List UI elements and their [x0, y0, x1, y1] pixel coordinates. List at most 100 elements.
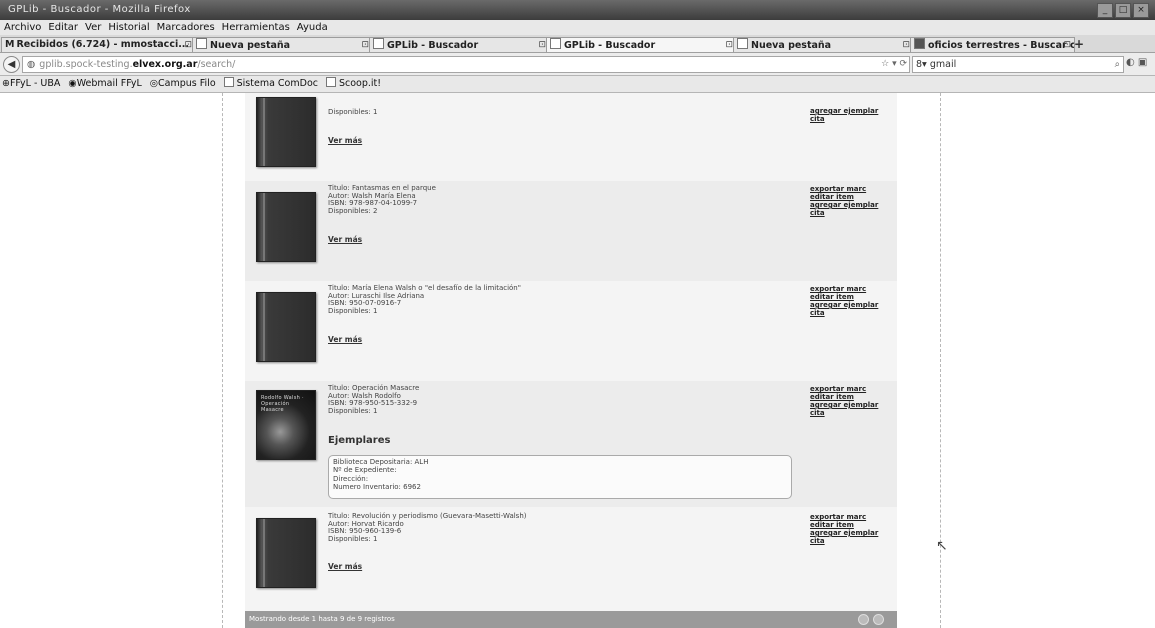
maximize-button[interactable]: □: [1115, 3, 1131, 18]
url-domain: elvex.org.ar: [132, 59, 198, 70]
minimize-button[interactable]: _: [1097, 3, 1113, 18]
tab-gmail[interactable]: M Recibidos (6.724) - mmostacci... ⊡: [1, 37, 196, 52]
tab-gplib-active[interactable]: GPLib - Buscador ⊡: [546, 37, 737, 52]
bookmark-label: FFyL - UBA: [9, 78, 61, 89]
agregar-ejemplar-link[interactable]: agregar ejemplar: [810, 201, 878, 209]
ejemplar-direccion: Dirección:: [333, 474, 369, 483]
cita-link[interactable]: cita: [810, 115, 878, 123]
mouse-cursor-icon: ↖: [936, 538, 948, 554]
bookmark-label: Sistema ComDoc: [236, 78, 318, 89]
tab-bar: M Recibidos (6.724) - mmostacci... ⊡ Nuev…: [0, 35, 1155, 53]
ejemplares-heading: Ejemplares: [328, 435, 391, 446]
window-titlebar: GPLib - Buscador - Mozilla Firefox _ □ ×: [0, 0, 1155, 20]
exportar-marc-link[interactable]: exportar marc: [810, 185, 878, 193]
ejemplar-card: Biblioteca Depositaria: ALH Nº de Expedi…: [328, 455, 792, 499]
ejemplar-biblioteca: Biblioteca Depositaria: ALH: [333, 458, 429, 466]
page-icon: [223, 77, 234, 87]
cita-link[interactable]: cita: [810, 409, 878, 417]
ver-mas-link[interactable]: Ver más: [328, 335, 362, 344]
toolbar-icons[interactable]: ◐ ▣: [1126, 57, 1147, 68]
tab-gplib-1[interactable]: GPLib - Buscador ⊡: [369, 37, 550, 52]
search-icon[interactable]: ⌕: [1115, 57, 1120, 72]
menu-marcadores[interactable]: Marcadores: [157, 20, 215, 35]
tab-label: oficios terrestres - Buscar con ...: [928, 40, 1074, 51]
ver-mas-link[interactable]: Ver más: [328, 235, 362, 244]
menu-bar: Archivo Editar Ver Historial Marcadores …: [0, 20, 1155, 35]
webmail-icon: ◉: [68, 78, 77, 89]
gmail-icon: M: [5, 39, 15, 50]
result-available: Disponibles: 1: [328, 406, 378, 415]
close-tab-icon[interactable]: ⊡: [902, 38, 910, 52]
tab-label: Nueva pestaña: [751, 40, 832, 51]
ver-mas-link[interactable]: Ver más: [328, 136, 362, 145]
book-cover[interactable]: [256, 518, 316, 588]
back-button[interactable]: ◀: [3, 56, 20, 73]
result-row: Disponibles: 1 Ver más agregar ejemplar …: [245, 93, 897, 182]
url-bar[interactable]: ◍ gplib.spock-testing.elvex.org.ar/search…: [22, 56, 910, 73]
agregar-ejemplar-link[interactable]: agregar ejemplar: [810, 401, 878, 409]
search-engine-icon[interactable]: 8▾: [916, 57, 927, 72]
bookmark-webmail[interactable]: ◉Webmail FFyL: [68, 76, 141, 92]
editar-item-link[interactable]: editar item: [810, 293, 878, 301]
book-cover[interactable]: [256, 292, 316, 362]
result-meta: Titulo: Revolución y periodismo (Guevara…: [328, 512, 527, 543]
bookmark-label: Webmail FFyL: [76, 78, 142, 89]
bookmark-ffyl[interactable]: ⊕FFyL - UBA: [2, 76, 60, 92]
exportar-marc-link[interactable]: exportar marc: [810, 513, 878, 521]
editar-item-link[interactable]: editar item: [810, 393, 878, 401]
search-input[interactable]: gmail: [930, 59, 956, 70]
agregar-ejemplar-link[interactable]: agregar ejemplar: [810, 529, 878, 537]
close-tab-icon[interactable]: ⊡: [184, 38, 192, 52]
site-identity-icon[interactable]: ◍: [27, 57, 35, 72]
exportar-marc-link[interactable]: exportar marc: [810, 385, 878, 393]
bookmark-campus[interactable]: ◎Campus Filo: [150, 76, 216, 92]
ver-mas-link[interactable]: Ver más: [328, 562, 362, 571]
campus-icon: ◎: [149, 78, 159, 89]
menu-ver[interactable]: Ver: [85, 20, 101, 35]
result-row: Titulo: Fantasmas en el parque Autor: Wa…: [245, 181, 897, 282]
agregar-ejemplar-link[interactable]: agregar ejemplar: [810, 301, 878, 309]
page-content: Disponibles: 1 Ver más agregar ejemplar …: [0, 93, 1155, 628]
agregar-ejemplar-link[interactable]: agregar ejemplar: [810, 107, 878, 115]
tab-label: GPLib - Buscador: [387, 40, 479, 51]
new-tab-button[interactable]: +: [1072, 37, 1086, 51]
layout-divider: [222, 93, 223, 628]
editar-item-link[interactable]: editar item: [810, 521, 878, 529]
bookmark-scoopit[interactable]: Scoop.it!: [325, 76, 381, 92]
page-icon: [373, 38, 384, 49]
menu-archivo[interactable]: Archivo: [4, 20, 41, 35]
next-page-icon[interactable]: [873, 614, 884, 625]
result-row: Titulo: Revolución y periodismo (Guevara…: [245, 507, 897, 612]
book-cover[interactable]: [256, 97, 316, 167]
close-tab-icon[interactable]: ⊡: [725, 38, 733, 52]
close-window-button[interactable]: ×: [1133, 3, 1149, 18]
tab-label: Recibidos (6.724) - mmostacci...: [16, 39, 190, 50]
close-tab-icon[interactable]: ⊡: [361, 38, 369, 52]
window-title: GPLib - Buscador - Mozilla Firefox: [8, 4, 191, 15]
result-meta: Titulo: Operación Masacre Autor: Walsh R…: [328, 384, 419, 415]
tab-nueva-2[interactable]: Nueva pestaña ⊡: [733, 37, 914, 52]
tab-nueva-1[interactable]: Nueva pestaña ⊡: [192, 37, 373, 52]
tab-google-search[interactable]: oficios terrestres - Buscar con ... ⊡: [910, 37, 1075, 52]
menu-editar[interactable]: Editar: [48, 20, 78, 35]
menu-historial[interactable]: Historial: [108, 20, 149, 35]
prev-page-icon[interactable]: [858, 614, 869, 625]
cita-link[interactable]: cita: [810, 209, 878, 217]
exportar-marc-link[interactable]: exportar marc: [810, 285, 878, 293]
window-controls: _ □ ×: [1097, 3, 1149, 18]
editar-item-link[interactable]: editar item: [810, 193, 878, 201]
url-controls[interactable]: ☆ ▾ ⟳: [881, 57, 907, 72]
google-icon: [914, 38, 925, 49]
cita-link[interactable]: cita: [810, 309, 878, 317]
cita-link[interactable]: cita: [810, 537, 878, 545]
result-actions: agregar ejemplar cita: [810, 107, 878, 123]
menu-ayuda[interactable]: Ayuda: [297, 20, 328, 35]
search-bar[interactable]: 8▾ gmail ⌕: [912, 56, 1124, 73]
menu-herramientas[interactable]: Herramientas: [222, 20, 290, 35]
close-tab-icon[interactable]: ⊡: [1063, 38, 1071, 52]
book-cover[interactable]: [256, 192, 316, 262]
book-cover[interactable]: Rodolfo Walsh · Operación Masacre: [256, 390, 316, 460]
close-tab-icon[interactable]: ⊡: [538, 38, 546, 52]
bookmark-comdoc[interactable]: Sistema ComDoc: [223, 76, 318, 92]
result-available: Disponibles: 1: [328, 108, 378, 116]
